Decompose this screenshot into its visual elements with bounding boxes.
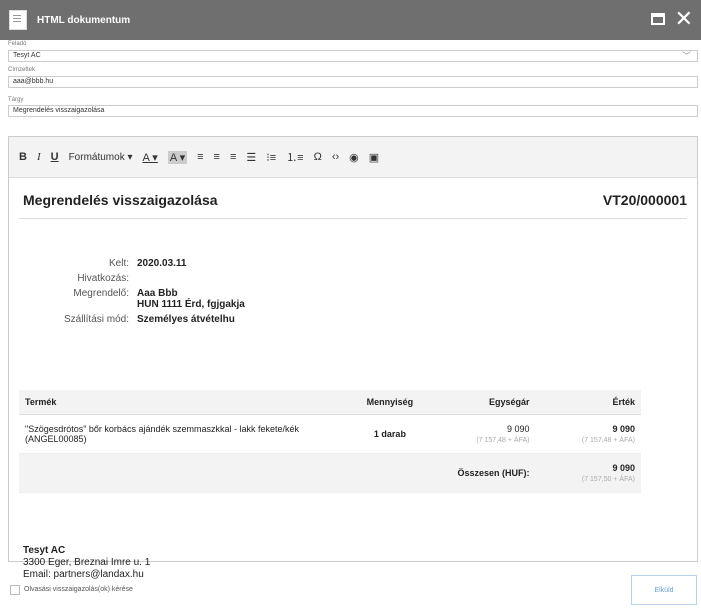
- product-cell: "Szögesdrótos" bőr korbács ajándék szemm…: [19, 414, 351, 454]
- row-value-net: (7 157,48 + ÁFA): [581, 437, 635, 444]
- window-title: HTML dokumentum: [37, 14, 131, 26]
- unit-price-net: (7 157,48 + ÁFA): [476, 437, 530, 444]
- subject-field[interactable]: Megrendelés visszaigazolása: [8, 105, 698, 117]
- sender-label: Feladó: [8, 41, 27, 47]
- special-character-icon[interactable]: Ω: [314, 151, 322, 163]
- background-color-button[interactable]: A ▾: [167, 150, 188, 164]
- reference-label: Hivatkozás:: [77, 273, 129, 284]
- bottom-bar: Olvasási visszaigazolás(ok) kérése Elkül…: [0, 570, 701, 609]
- header-quantity: Mennyiség: [350, 390, 430, 415]
- print-icon[interactable]: ▣: [369, 151, 379, 164]
- total-value: 9 090: [612, 463, 635, 473]
- bold-button[interactable]: B: [19, 151, 27, 163]
- customer-address: HUN 1111 Érd, fgjgakja: [137, 299, 245, 310]
- total-row: Összesen (HUF): 9 090 (7 157,50 + ÁFA): [19, 453, 641, 493]
- document-body: Megrendelés visszaigazolása VT20/000001 …: [9, 178, 697, 580]
- chevron-down-icon[interactable]: ﹀: [682, 51, 691, 61]
- align-justify-icon[interactable]: ☰: [246, 151, 256, 164]
- table-row: "Szögesdrótos" bőr korbács ajándék szemm…: [19, 414, 641, 454]
- header-product: Termék: [19, 390, 351, 415]
- date-value: 2020.03.11: [137, 258, 187, 269]
- formats-dropdown[interactable]: Formátumok ▾: [69, 152, 133, 163]
- rich-text-editor[interactable]: B I U Formátumok ▾ A ▾ A ▾ ≡ ≡ ≡ ☰ ⁝≡ ⒈≡…: [8, 136, 698, 580]
- recipients-value: aaa@bbb.hu: [13, 78, 54, 85]
- editor-toolbar: B I U Formátumok ▾ A ▾ A ▾ ≡ ≡ ≡ ☰ ⁝≡ ⒈≡…: [9, 137, 697, 178]
- header-unit-price: Egységár: [429, 390, 536, 415]
- date-label: Kelt:: [108, 258, 129, 269]
- recipients-label: Címzettek: [8, 67, 36, 73]
- bullet-list-icon[interactable]: ⁝≡: [266, 151, 276, 164]
- document-icon: [9, 10, 27, 30]
- customer-label: Megrendelő:: [73, 288, 129, 299]
- align-center-icon[interactable]: ≡: [214, 151, 220, 163]
- align-right-icon[interactable]: ≡: [230, 151, 236, 163]
- header-value: Érték: [535, 390, 641, 415]
- italic-button[interactable]: I: [37, 151, 41, 163]
- company-name: Tesyt AC: [23, 545, 66, 556]
- send-button[interactable]: Elküld: [631, 575, 697, 605]
- recipients-field[interactable]: aaa@bbb.hu: [8, 76, 698, 88]
- shipping-value: Személyes átvételhu: [137, 314, 235, 325]
- numbered-list-icon[interactable]: ⒈≡: [286, 149, 303, 165]
- subject-value: Megrendelés visszaigazolása: [13, 107, 105, 114]
- maximize-icon[interactable]: [650, 13, 665, 25]
- read-receipt-label: Olvasási visszaigazolás(ok) kérése: [24, 586, 133, 593]
- quantity-cell: 1 darab: [350, 414, 430, 454]
- read-receipt-checkbox[interactable]: [10, 585, 20, 595]
- sender-value: Tesyt AC: [13, 52, 41, 59]
- unit-price: 9 090: [506, 424, 530, 434]
- align-left-icon[interactable]: ≡: [197, 151, 203, 163]
- sender-select[interactable]: Tesyt AC ﹀: [8, 50, 698, 62]
- underline-button[interactable]: U: [51, 151, 59, 163]
- close-icon[interactable]: ✕: [675, 8, 693, 30]
- items-table: Termék Mennyiség Egységár Érték "Szögesd…: [19, 390, 641, 493]
- font-color-button[interactable]: A ▾: [143, 151, 158, 164]
- customer-name: Aaa Bbb: [137, 288, 178, 299]
- company-address: 3300 Eger, Breznai Imre u. 1: [23, 557, 151, 568]
- row-value: 9 090: [612, 424, 635, 434]
- total-label: Összesen (HUF):: [429, 453, 536, 493]
- preview-icon[interactable]: ◉: [349, 151, 359, 164]
- source-code-icon[interactable]: ‹›: [332, 151, 339, 163]
- document-title: Megrendelés visszaigazolása: [23, 192, 218, 208]
- shipping-label: Szállítási mód:: [63, 314, 129, 325]
- subject-label: Tárgy: [8, 97, 24, 103]
- order-info: Kelt: 2020.03.11 Hivatkozás: Megrendelő: A…: [19, 258, 245, 329]
- document-number: VT20/000001: [602, 192, 687, 208]
- total-net: (7 157,50 + ÁFA): [581, 476, 635, 483]
- window-titlebar: HTML dokumentum ✕: [0, 0, 701, 40]
